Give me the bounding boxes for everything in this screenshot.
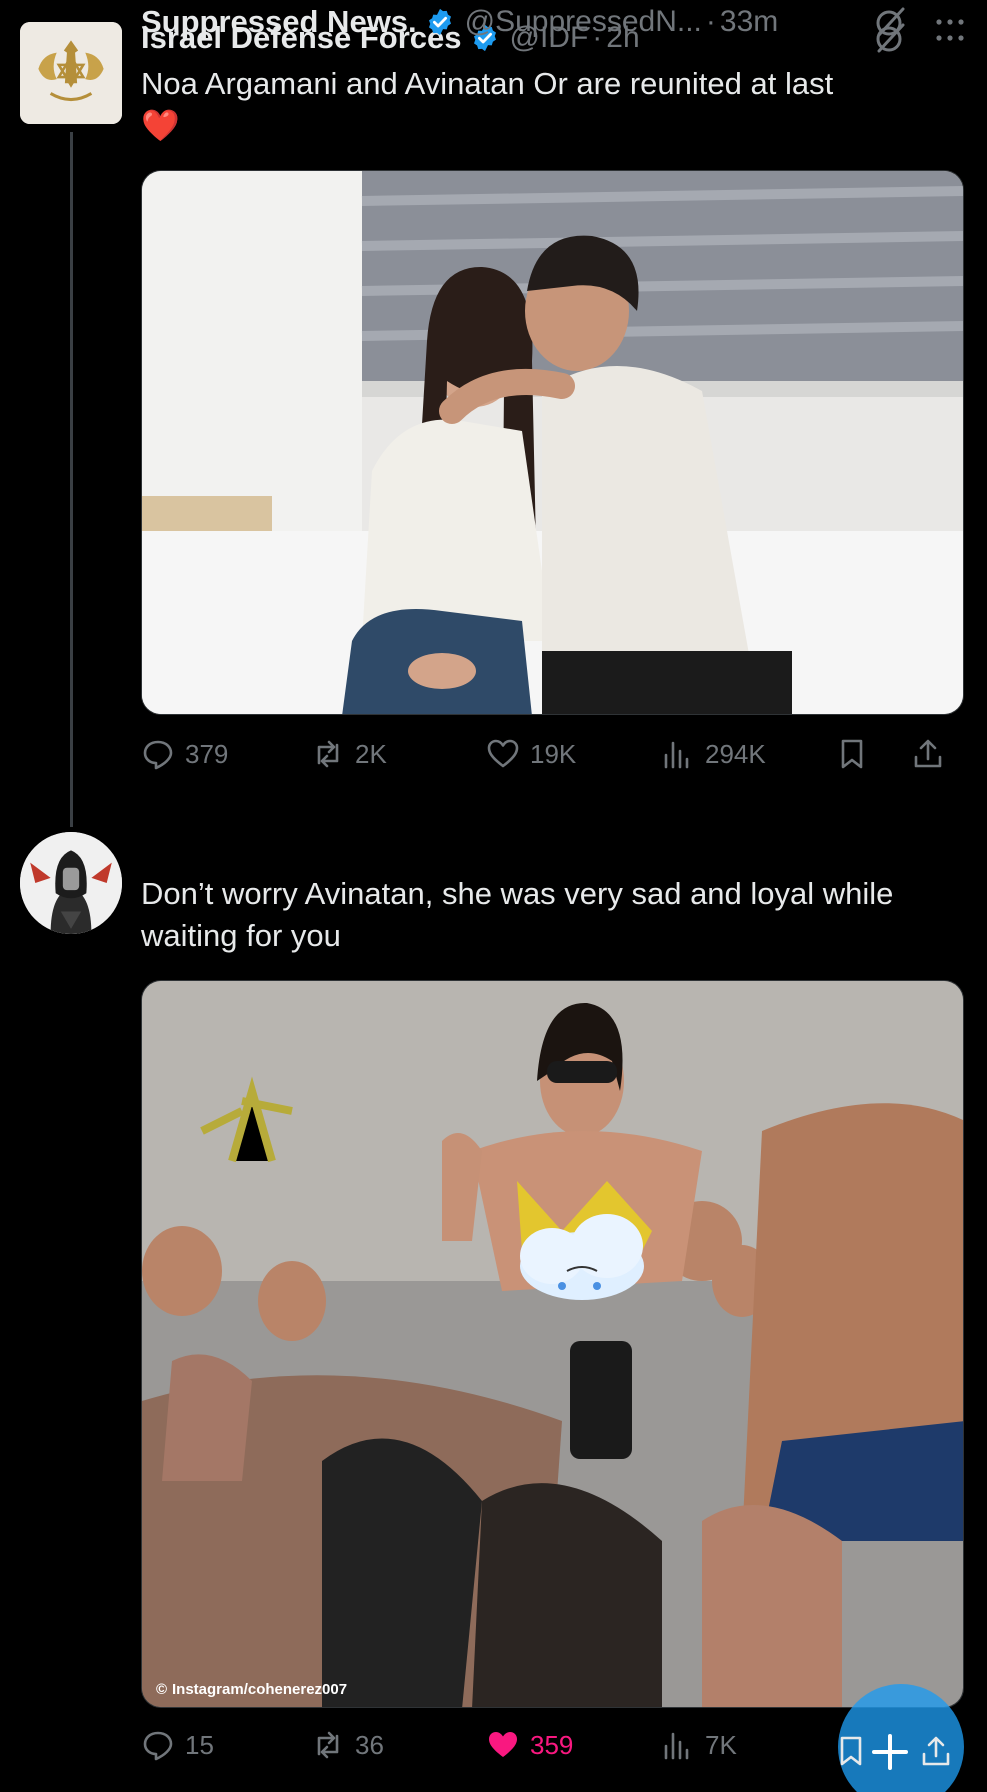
timestamp[interactable]: 33m [720,5,778,39]
avatar-idf[interactable] [20,22,122,124]
repost-icon [317,740,339,768]
repost-count: 2K [355,738,387,769]
share-icon [922,1736,950,1766]
tweet-photo[interactable] [141,170,964,715]
grok-icon[interactable] [873,5,907,39]
like-count: 19K [530,738,577,769]
tweet-text-content: Noa Argamani and Avinatan Or are reunite… [141,66,834,101]
repost-button[interactable]: 2K [311,737,387,771]
tweet-text: Noa Argamani and Avinatan Or are reunite… [141,63,927,147]
reply-button[interactable]: 15 [141,1728,214,1762]
views-count: 7K [705,1729,737,1760]
tweet-1[interactable]: Israel Defense Forces @IDF · 2h Noa Arga… [0,0,987,827]
share-button[interactable] [911,737,945,771]
bookmark-button[interactable] [835,737,869,771]
author-name[interactable]: Suppressed News. [141,4,417,40]
like-button[interactable]: 359 [486,1728,573,1762]
bookmark-icon [841,739,863,769]
repost-button[interactable]: 36 [311,1728,384,1762]
views-button[interactable]: 7K [661,1728,737,1762]
reply-count: 15 [185,1729,214,1760]
repost-icon [317,1731,339,1759]
heart-icon [487,739,519,768]
share-icon [914,739,942,768]
more-icon[interactable] [933,5,967,39]
bookmark-icon [840,1736,862,1766]
views-icon [664,1732,689,1760]
verified-badge-icon [428,8,451,36]
svg-text:©: © [156,1681,167,1698]
heart-emoji: ❤️ [141,108,180,143]
separator-dot: · [705,5,716,38]
like-button[interactable]: 19K [486,737,576,771]
reply-icon [143,740,173,770]
reply-button[interactable]: 379 [141,737,228,771]
photo-watermark: Instagram/cohenerez007 [172,1681,347,1698]
heart-icon [489,1732,517,1757]
views-button[interactable]: 294K [661,737,766,771]
thread-connector-line [70,132,73,827]
tweet-photo-2[interactable]: © Instagram/cohenerez007 [141,980,964,1708]
views-count: 294K [705,738,766,769]
views-icon [664,741,689,769]
tweet-actions: 379 2K 19K 294K [141,733,964,777]
plus-icon [872,1734,908,1770]
tweet-text-content: Don’t worry Avinatan, she was very sad a… [141,876,894,953]
author-handle[interactable]: @SuppressedN... [465,5,702,39]
tweet-header-2: Suppressed News. @SuppressedN... · 33m [141,0,967,44]
avatar-suppressed-news[interactable] [20,832,122,934]
reply-count: 379 [185,738,229,769]
reply-icon [143,1731,173,1761]
tweet-text-2: Don’t worry Avinatan, she was very sad a… [141,873,927,957]
repost-count: 36 [355,1729,384,1760]
like-count: 359 [530,1729,574,1760]
fab-icons [840,1734,950,1770]
